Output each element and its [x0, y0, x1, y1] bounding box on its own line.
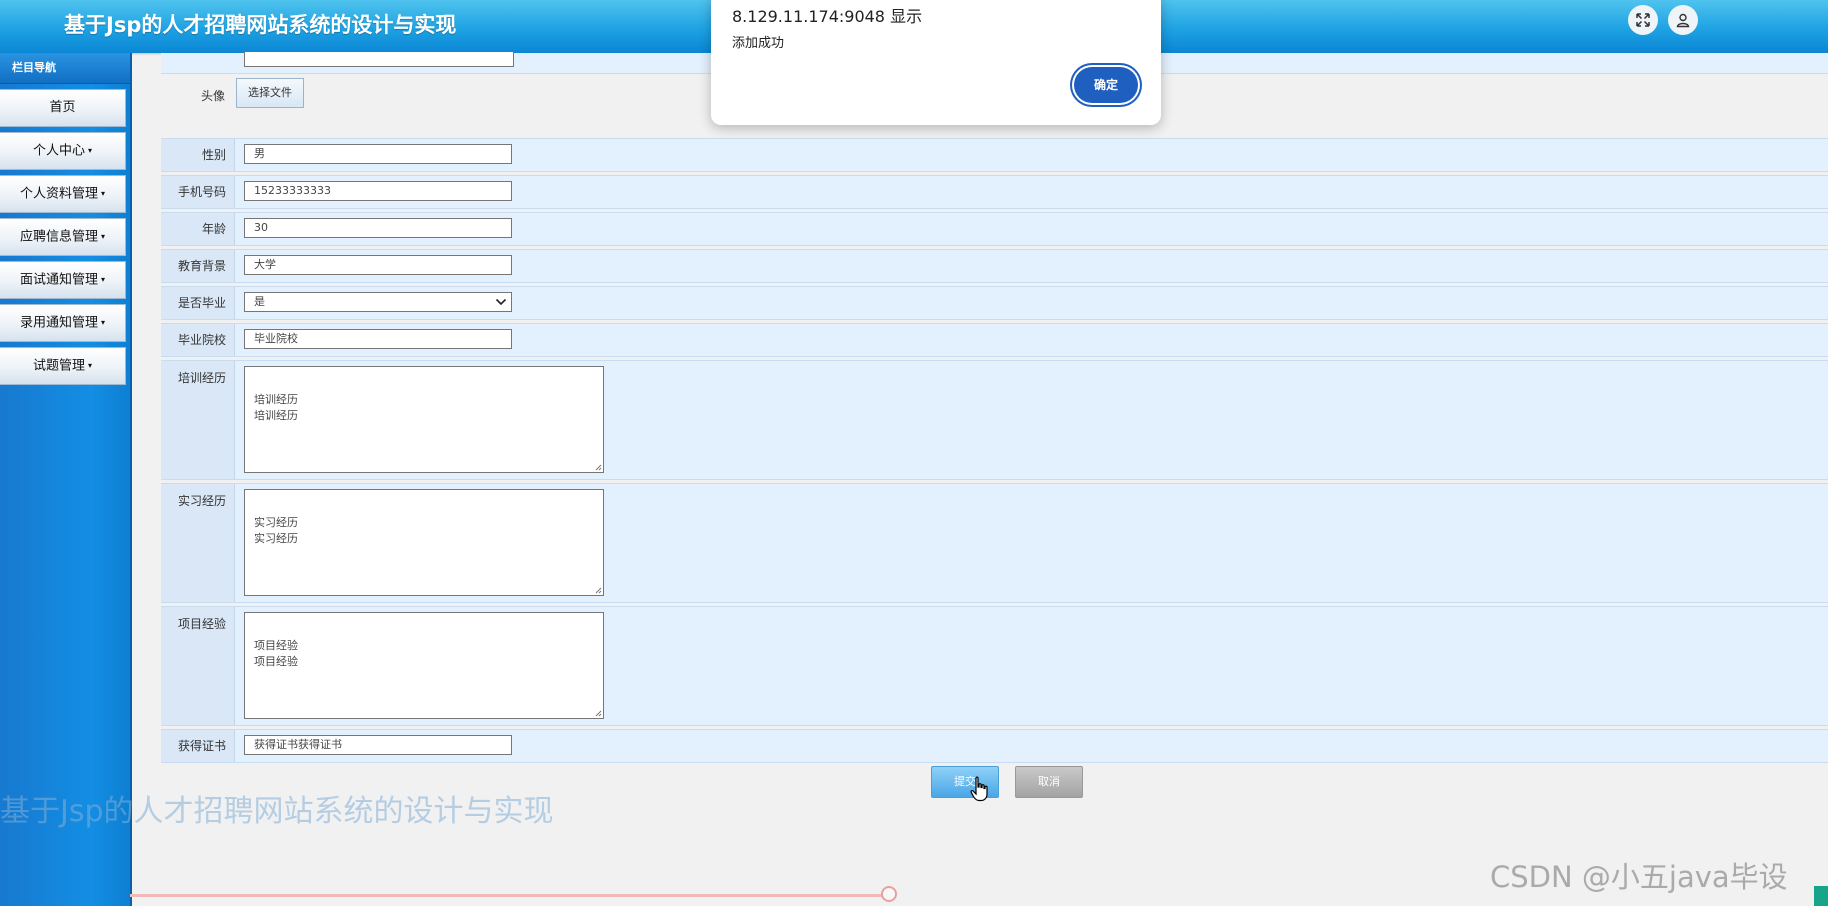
choose-file-button[interactable]: 选择文件 — [236, 78, 304, 108]
graduated-selected-value: 是 — [254, 295, 265, 308]
overlay-watermark-text: 基于Jsp的人才招聘网站系统的设计与实现 — [0, 794, 554, 829]
project-textarea[interactable]: 项目经验 项目经验 — [244, 612, 604, 719]
sidebar-item-0[interactable]: 首页 — [0, 89, 126, 127]
user-icon — [1676, 13, 1690, 28]
age-input[interactable]: 30 — [244, 218, 512, 238]
school-label: 毕业院校 — [177, 333, 226, 347]
csdn-watermark: CSDN @小五java毕设 — [1490, 860, 1788, 894]
sidebar-item-label: 个人中心 — [32, 143, 85, 159]
resize-grip-icon[interactable] — [594, 586, 602, 594]
video-progress-bar[interactable] — [130, 894, 890, 897]
school-input[interactable]: 毕业院校 — [244, 329, 512, 349]
fullscreen-button[interactable] — [1628, 5, 1658, 35]
certificate-label: 获得证书 — [177, 739, 226, 753]
sidebar-item-label: 个人资料管理 — [19, 186, 98, 202]
internship-text: 实习经历 实习经历 — [254, 516, 298, 545]
training-label: 培训经历 — [177, 371, 226, 385]
form-row-training: 培训经历 培训经历 培训经历 — [161, 360, 1828, 480]
resize-grip-icon[interactable] — [594, 463, 602, 471]
sidebar-item-label: 试题管理 — [32, 358, 85, 374]
form-row-graduated: 是否毕业 是 — [161, 286, 1828, 320]
sidebar-item-5[interactable]: 录用通知管理 ▾ — [0, 304, 126, 342]
training-text: 培训经历 培训经历 — [254, 393, 298, 422]
submit-button[interactable]: 提交 — [931, 766, 999, 798]
form-row-certificate: 获得证书 获得证书获得证书 — [161, 729, 1828, 763]
form-row-age: 年龄 30 — [161, 212, 1828, 246]
alert-dialog: 8.129.11.174:9048 显示 添加成功 确定 — [711, 0, 1161, 125]
form-row-project: 项目经验 项目经验 项目经验 — [161, 606, 1828, 726]
form-row-education: 教育背景 大学 — [161, 249, 1828, 283]
cutoff-input[interactable] — [244, 52, 514, 67]
form-row-phone: 手机号码 15233333333 — [161, 175, 1828, 209]
graduated-label: 是否毕业 — [177, 296, 226, 310]
sidebar-item-label: 录用通知管理 — [19, 315, 98, 331]
sidebar: 栏目导航 首页 个人中心 ▾ 个人资料管理 ▾ 应聘信息管理 ▾ 面试通知管理 ▾ 录用通知管理 ▾… — [0, 53, 132, 906]
site-title: 基于Jsp的人才招聘网站系统的设计与实现 — [64, 13, 457, 37]
sidebar-item-1[interactable]: 个人中心 ▾ — [0, 132, 126, 170]
certificate-input[interactable]: 获得证书获得证书 — [244, 735, 512, 755]
gender-label: 性别 — [201, 148, 226, 162]
form-row-internship: 实习经历 实习经历 实习经历 — [161, 483, 1828, 603]
sidebar-item-label: 首页 — [49, 100, 76, 115]
chevron-down-icon — [495, 298, 507, 306]
sidebar-item-3[interactable]: 应聘信息管理 ▾ — [0, 218, 126, 256]
caret-down-icon: ▾ — [101, 232, 106, 241]
education-label: 教育背景 — [177, 259, 226, 273]
caret-down-icon: ▾ — [88, 146, 93, 155]
sidebar-item-label: 应聘信息管理 — [19, 229, 98, 245]
video-progress-knob[interactable] — [881, 886, 897, 902]
project-text: 项目经验 项目经验 — [254, 639, 298, 668]
caret-down-icon: ▾ — [101, 189, 106, 198]
gender-input[interactable]: 男 — [244, 144, 512, 164]
corner-badge — [1814, 886, 1828, 906]
expand-icon — [1636, 13, 1650, 27]
training-textarea[interactable]: 培训经历 培训经历 — [244, 366, 604, 473]
user-menu-button[interactable] — [1668, 5, 1698, 35]
cancel-button[interactable]: 取消 — [1015, 766, 1083, 798]
sidebar-item-label: 面试通知管理 — [19, 272, 98, 288]
hand-cursor-icon — [970, 776, 988, 802]
age-label: 年龄 — [201, 222, 226, 236]
phone-input[interactable]: 15233333333 — [244, 181, 512, 201]
form-row-school: 毕业院校 毕业院校 — [161, 323, 1828, 357]
education-input[interactable]: 大学 — [244, 255, 512, 275]
internship-textarea[interactable]: 实习经历 实习经历 — [244, 489, 604, 596]
dialog-message: 添加成功 — [732, 36, 785, 51]
avatar-label: 头像 — [201, 89, 226, 103]
sidebar-item-2[interactable]: 个人资料管理 ▾ — [0, 175, 126, 213]
sidebar-item-4[interactable]: 面试通知管理 ▾ — [0, 261, 126, 299]
internship-label: 实习经历 — [177, 494, 226, 508]
graduated-select[interactable]: 是 — [244, 292, 512, 312]
dialog-title: 8.129.11.174:9048 显示 — [732, 7, 923, 26]
caret-down-icon: ▾ — [101, 318, 106, 327]
sidebar-heading: 栏目导航 — [0, 53, 130, 84]
resize-grip-icon[interactable] — [594, 709, 602, 717]
form-row-gender: 性别 男 — [161, 138, 1828, 172]
phone-label: 手机号码 — [177, 185, 226, 199]
caret-down-icon: ▾ — [101, 275, 106, 284]
sidebar-item-6[interactable]: 试题管理 ▾ — [0, 347, 126, 385]
dialog-ok-button[interactable]: 确定 — [1074, 67, 1138, 103]
caret-down-icon: ▾ — [88, 361, 93, 370]
project-label: 项目经验 — [177, 617, 226, 631]
